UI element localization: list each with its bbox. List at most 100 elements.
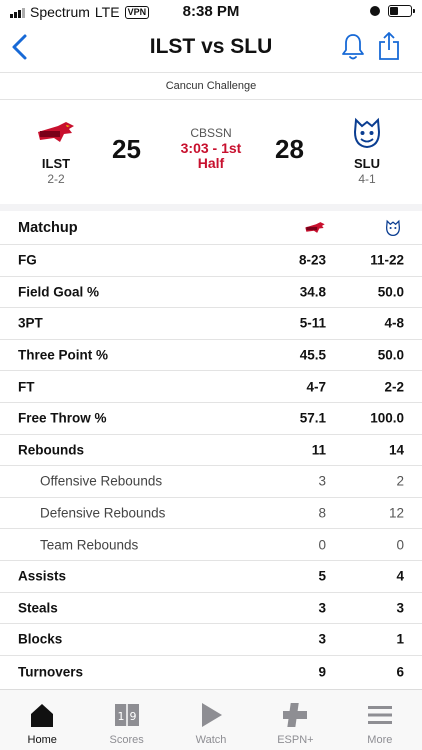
stat-label: Blocks bbox=[18, 631, 63, 647]
stat-label: FG bbox=[18, 252, 37, 268]
stat-row: 3PT 5-11 4-8 bbox=[0, 308, 422, 340]
game-clock: 3:03 - 1st Half bbox=[141, 141, 281, 171]
away-stat-value: 8-23 bbox=[298, 252, 326, 268]
section-gap bbox=[0, 204, 422, 211]
tab-espn-plus[interactable]: ESPN+ bbox=[253, 690, 337, 750]
play-icon bbox=[202, 703, 223, 727]
stat-label: Turnovers bbox=[18, 664, 84, 680]
redbird-logo-icon bbox=[305, 221, 325, 233]
tab-home[interactable]: Home bbox=[0, 690, 84, 750]
stat-label: FT bbox=[18, 379, 35, 395]
away-stat-value: 5 bbox=[318, 568, 326, 584]
event-name: Cancun Challenge bbox=[165, 80, 257, 92]
tab-label: Watch bbox=[195, 734, 227, 746]
away-score: 25 bbox=[112, 134, 141, 164]
billiken-logo-icon bbox=[386, 219, 400, 236]
home-stat-value: 50.0 bbox=[377, 347, 404, 363]
stat-label: 3PT bbox=[18, 315, 43, 331]
home-stat-value: 14 bbox=[388, 442, 404, 458]
away-stat-value: 0 bbox=[318, 537, 326, 553]
status-time: 8:38 PM bbox=[182, 3, 240, 20]
home-stat-value: 11-22 bbox=[370, 252, 404, 268]
stat-label: Defensive Rebounds bbox=[40, 505, 166, 521]
home-team-abbr: SLU bbox=[354, 156, 380, 171]
away-stat-value: 3 bbox=[318, 631, 326, 647]
away-team-abbr: ILST bbox=[41, 156, 71, 171]
redbird-logo-icon bbox=[38, 122, 74, 142]
tab-watch[interactable]: Watch bbox=[169, 690, 253, 750]
tab-label: Scores bbox=[109, 734, 144, 746]
stat-row: Three Point % 45.5 50.0 bbox=[0, 340, 422, 372]
home-stat-value: 6 bbox=[396, 664, 404, 680]
stat-label: Field Goal % bbox=[18, 284, 100, 300]
home-team-record: 4-1 bbox=[358, 172, 376, 186]
stat-label: Steals bbox=[18, 600, 58, 616]
svg-text:1: 1 bbox=[117, 710, 124, 723]
away-stat-value: 45.5 bbox=[299, 347, 326, 363]
away-stat-value: 3 bbox=[318, 473, 326, 489]
scoreboard[interactable]: ILST 2-2 25 CBSSN 3:03 - 1st Half 28 SLU… bbox=[0, 100, 422, 204]
stat-label: Three Point % bbox=[18, 347, 109, 363]
home-icon bbox=[31, 704, 54, 727]
home-stat-value: 2 bbox=[396, 473, 404, 489]
share-icon[interactable] bbox=[376, 30, 402, 62]
game-clock-time: 3:03 - 1st bbox=[180, 140, 242, 156]
home-stat-value: 4 bbox=[396, 568, 404, 584]
menu-icon bbox=[367, 706, 392, 724]
svg-text:9: 9 bbox=[129, 710, 136, 723]
away-stat-value: 3 bbox=[318, 600, 326, 616]
home-stat-value: 2-2 bbox=[384, 379, 404, 395]
tab-more[interactable]: More bbox=[338, 690, 422, 750]
home-stat-value: 3 bbox=[396, 600, 404, 616]
away-stat-value: 57.1 bbox=[299, 410, 326, 426]
stat-label: Free Throw % bbox=[18, 410, 107, 426]
away-stat-value: 34.8 bbox=[299, 284, 326, 300]
stat-row: FT 4-7 2-2 bbox=[0, 371, 422, 403]
matchup-table: Matchup FG 8-23 11-22 Field Goal % 34.8 50.0 3… bbox=[0, 211, 422, 687]
bell-icon[interactable] bbox=[340, 32, 366, 62]
tab-label: More bbox=[367, 734, 393, 746]
stat-row: Steals 3 3 bbox=[0, 593, 422, 625]
stat-label: Assists bbox=[18, 568, 67, 584]
alarm-icon bbox=[370, 6, 380, 16]
billiken-logo-icon bbox=[353, 117, 381, 149]
tab-label: Home bbox=[27, 734, 57, 746]
home-stat-value: 1 bbox=[396, 631, 404, 647]
matchup-title: Matchup bbox=[18, 219, 78, 236]
stat-label: Rebounds bbox=[18, 442, 84, 458]
stat-row: Defensive Rebounds 8 12 bbox=[0, 498, 422, 530]
stat-row: FG 8-23 11-22 bbox=[0, 245, 422, 277]
nav-bar: ILST vs SLU bbox=[0, 24, 422, 72]
broadcast-network: CBSSN bbox=[190, 126, 232, 140]
stat-label: Offensive Rebounds bbox=[40, 473, 163, 489]
home-stat-value: 4-8 bbox=[384, 315, 404, 331]
home-stat-value: 100.0 bbox=[370, 410, 404, 426]
away-stat-value: 8 bbox=[318, 505, 326, 521]
stat-row: Rebounds 11 14 bbox=[0, 435, 422, 467]
stat-row: Free Throw % 57.1 100.0 bbox=[0, 403, 422, 435]
away-stat-value: 9 bbox=[318, 664, 326, 680]
away-stat-value: 5-11 bbox=[299, 315, 326, 331]
away-team-record: 2-2 bbox=[47, 172, 65, 186]
stat-row: Offensive Rebounds 3 2 bbox=[0, 466, 422, 498]
matchup-header: Matchup bbox=[0, 211, 422, 245]
status-right bbox=[370, 5, 415, 17]
stat-label: Team Rebounds bbox=[40, 537, 139, 553]
plus-icon bbox=[283, 703, 308, 727]
stat-row: Turnovers 9 6 bbox=[0, 656, 422, 688]
home-stat-value: 0 bbox=[396, 537, 404, 553]
stat-row: Team Rebounds 0 0 bbox=[0, 529, 422, 561]
tab-label: ESPN+ bbox=[277, 734, 314, 746]
home-stat-value: 50.0 bbox=[377, 284, 404, 300]
tab-bar: Home 1 9 Scores Watch ESPN+ More bbox=[0, 689, 422, 750]
stat-row: Assists 5 4 bbox=[0, 561, 422, 593]
stat-row: Blocks 3 1 bbox=[0, 624, 422, 656]
tab-scores[interactable]: 1 9 Scores bbox=[84, 690, 168, 750]
stat-row: Field Goal % 34.8 50.0 bbox=[0, 277, 422, 309]
game-period: Half bbox=[197, 155, 225, 171]
away-stat-value: 4-7 bbox=[306, 379, 326, 395]
away-stat-value: 11 bbox=[311, 442, 326, 458]
home-score: 28 bbox=[275, 134, 304, 164]
home-stat-value: 12 bbox=[388, 505, 404, 521]
status-bar: Spectrum LTE VPN 8:38 PM bbox=[0, 0, 422, 24]
